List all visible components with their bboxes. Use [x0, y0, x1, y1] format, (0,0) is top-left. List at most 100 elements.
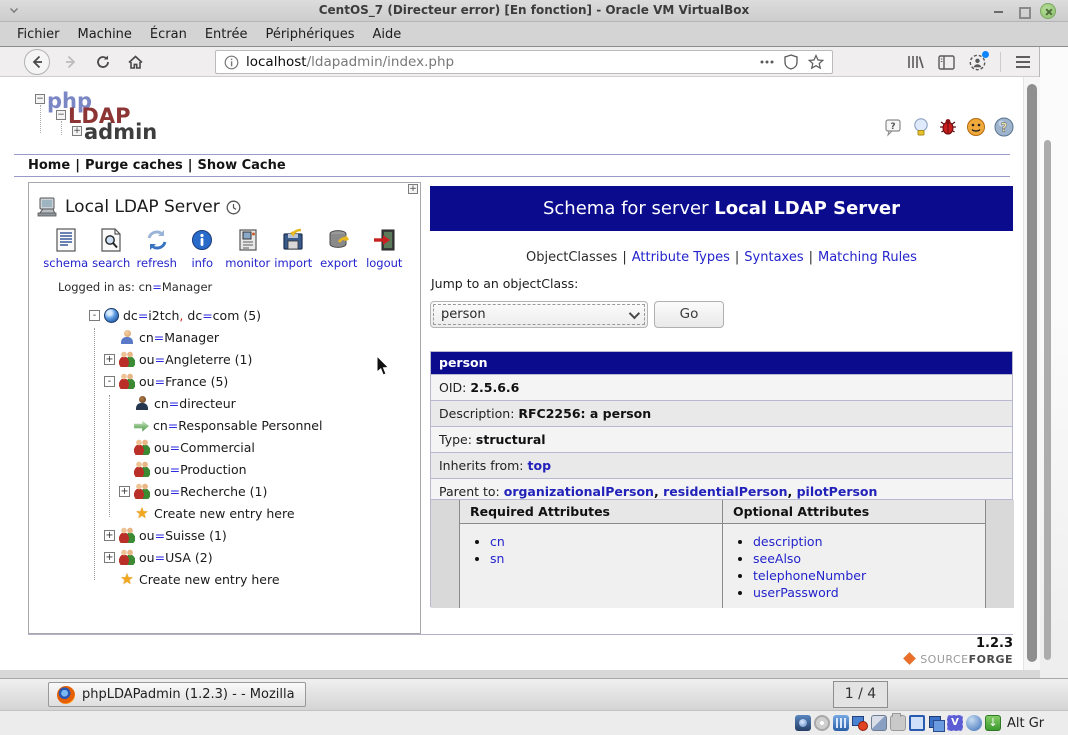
- top-link-purge-caches[interactable]: Purge caches: [85, 158, 183, 173]
- hint-bulb-icon[interactable]: [912, 117, 930, 137]
- restore-button[interactable]: [1016, 4, 1031, 19]
- help-icon[interactable]: ?: [994, 117, 1014, 137]
- optional-attribute[interactable]: seeAlso: [753, 551, 985, 566]
- schema-nav-matching-rules[interactable]: Matching Rules: [818, 250, 917, 265]
- panel-expand-icon[interactable]: +: [408, 184, 418, 194]
- vbox-titlebar[interactable]: CentOS_7 (Directeur error) [En fonction]…: [0, 0, 1068, 22]
- schema-link[interactable]: organizationalPerson: [504, 484, 654, 499]
- recording-status-icon[interactable]: [928, 715, 945, 732]
- account-notification-dot: [982, 50, 989, 58]
- expand-icon[interactable]: +: [104, 529, 115, 541]
- more-actions-icon[interactable]: [760, 60, 774, 64]
- expand-icon[interactable]: +: [119, 485, 130, 497]
- optional-attribute[interactable]: telephoneNumber: [753, 568, 985, 583]
- tool-monitor[interactable]: monitor: [225, 227, 271, 270]
- taskbar-firefox-button[interactable]: phpLDAPadmin (1.2.3) - - Mozilla Fir...: [48, 682, 306, 707]
- menu-item-périphériques[interactable]: Périphériques: [256, 24, 363, 45]
- required-attribute[interactable]: cn: [490, 534, 722, 549]
- top-link-home[interactable]: Home: [28, 158, 70, 173]
- reload-button[interactable]: [90, 49, 116, 75]
- tree-item[interactable]: - dc=i2tch, dc=com (5): [89, 304, 261, 326]
- home-button[interactable]: [122, 49, 148, 75]
- optional-attribute[interactable]: userPassword: [753, 585, 985, 600]
- page-info-icon[interactable]: [224, 55, 239, 70]
- collapse-icon[interactable]: -: [89, 309, 100, 321]
- hdd-status-icon[interactable]: [795, 715, 811, 731]
- optional-attribute[interactable]: description: [753, 534, 985, 549]
- tree-item[interactable]: cn=directeur: [119, 392, 236, 414]
- menu-item-entrée[interactable]: Entrée: [196, 24, 257, 45]
- schema-link[interactable]: pilotPerson: [797, 484, 878, 499]
- orgunit-icon: [119, 527, 135, 543]
- address-bar[interactable]: localhost/ldapadmin/index.php: [215, 50, 833, 74]
- director-icon: [134, 395, 150, 411]
- top-links: Home | Purge caches | Show Cache: [28, 158, 286, 173]
- tree-item[interactable]: ou=Production: [119, 458, 247, 480]
- tree-item[interactable]: cn=Responsable Personnel: [119, 414, 322, 436]
- schema-link[interactable]: residentialPerson: [663, 484, 787, 499]
- menu-item-aide[interactable]: Aide: [364, 24, 411, 45]
- back-button[interactable]: [24, 49, 50, 75]
- tool-refresh[interactable]: refresh: [134, 227, 180, 270]
- minimize-button[interactable]: [992, 4, 1006, 18]
- go-button[interactable]: Go: [654, 301, 724, 328]
- tree-item[interactable]: cn=Manager: [104, 326, 219, 348]
- menu-icon[interactable]: [1015, 55, 1031, 69]
- required-attribute[interactable]: sn: [490, 551, 722, 566]
- network-status-icon[interactable]: [852, 715, 868, 731]
- mouse-status-icon[interactable]: [966, 715, 982, 731]
- tree-item[interactable]: + ou=Angleterre (1): [104, 348, 252, 370]
- schema-link[interactable]: top: [528, 458, 552, 473]
- tool-schema[interactable]: schema: [43, 227, 89, 270]
- top-link-show-cache[interactable]: Show Cache: [198, 158, 286, 173]
- library-icon[interactable]: [906, 54, 924, 70]
- close-button[interactable]: [1040, 3, 1056, 19]
- expand-icon[interactable]: +: [104, 551, 115, 563]
- objectclass-select[interactable]: person: [430, 301, 648, 328]
- background-window-scrollbar[interactable]: [1044, 140, 1051, 660]
- keyboard-status-icon[interactable]: [985, 715, 1001, 731]
- page-scrollbar[interactable]: [1023, 77, 1040, 670]
- account-icon[interactable]: [969, 50, 989, 71]
- cd-status-icon[interactable]: [814, 715, 830, 731]
- tool-export[interactable]: export: [316, 227, 362, 270]
- forward-button[interactable]: [58, 49, 84, 75]
- schema-nav-attribute-types[interactable]: Attribute Types: [632, 250, 730, 265]
- tree-item[interactable]: ou=Commercial: [119, 436, 255, 458]
- workspace-pager[interactable]: 1 / 4: [833, 681, 888, 708]
- tool-import[interactable]: import: [271, 227, 317, 270]
- bug-report-icon[interactable]: [938, 117, 958, 137]
- tool-info[interactable]: info: [180, 227, 226, 270]
- tree-item[interactable]: ★ Create new entry here: [119, 502, 294, 524]
- smiley-icon[interactable]: [966, 117, 986, 137]
- sourceforge-logo[interactable]: SOURCEFORGE: [28, 652, 1013, 666]
- tree-item[interactable]: ★ Create new entry here: [104, 568, 279, 590]
- usb-status-icon[interactable]: [871, 715, 887, 731]
- tree-item[interactable]: + ou=Suisse (1): [104, 524, 227, 546]
- server-name[interactable]: Local LDAP Server: [65, 197, 220, 217]
- expand-icon[interactable]: +: [104, 353, 115, 365]
- sidebar-icon[interactable]: [938, 54, 955, 70]
- tree-item[interactable]: + ou=Recherche (1): [119, 480, 267, 502]
- collapse-icon[interactable]: -: [104, 375, 115, 387]
- tracking-shield-icon[interactable]: [784, 54, 798, 70]
- schema-value: RFC2256: a person: [518, 406, 652, 421]
- shared-folders-status-icon[interactable]: [890, 713, 906, 731]
- arrow-icon: [134, 420, 149, 432]
- menu-item-fichier[interactable]: Fichier: [8, 24, 69, 45]
- bookmark-star-icon[interactable]: [808, 54, 824, 70]
- menu-item-écran[interactable]: Écran: [141, 24, 196, 45]
- schema-row-label: Type:: [439, 432, 476, 447]
- scrollbar-thumb[interactable]: [1027, 84, 1037, 662]
- tree-item[interactable]: + ou=USA (2): [104, 546, 213, 568]
- schema-nav-syntaxes[interactable]: Syntaxes: [744, 250, 803, 265]
- display-status-icon[interactable]: [909, 715, 925, 731]
- tool-search[interactable]: search: [89, 227, 135, 270]
- menu-item-machine[interactable]: Machine: [69, 24, 141, 45]
- features-status-icon[interactable]: [947, 715, 963, 731]
- audio-status-icon[interactable]: [833, 715, 849, 731]
- tree-item[interactable]: - ou=France (5): [104, 370, 228, 392]
- tool-logout[interactable]: logout: [362, 227, 408, 270]
- question-bubble-icon[interactable]: ?: [884, 117, 904, 137]
